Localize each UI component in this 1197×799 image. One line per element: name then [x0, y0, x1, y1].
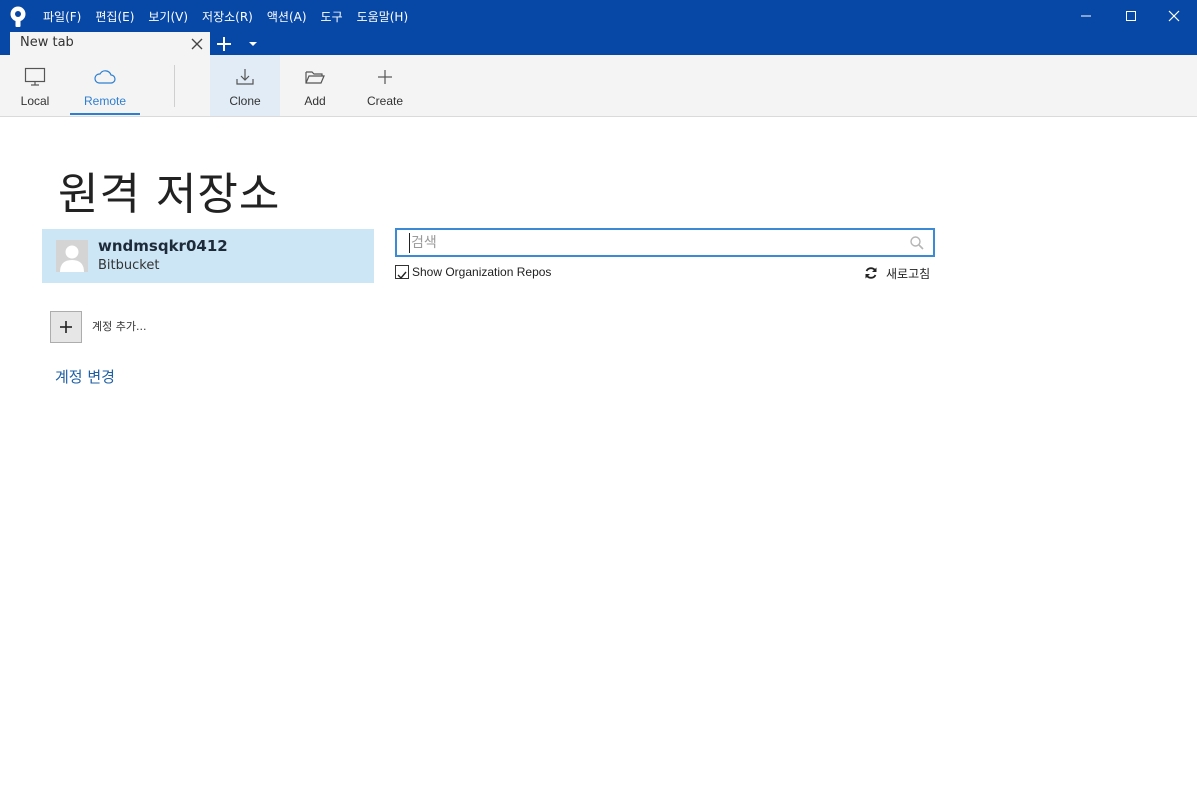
tab-dropdown-icon[interactable]	[245, 38, 261, 50]
checkmark-icon	[397, 271, 407, 280]
minimize-icon	[1081, 15, 1091, 17]
local-label: Local	[20, 94, 50, 108]
tab-new-tab[interactable]: New tab	[10, 32, 210, 55]
toolbar-divider	[174, 65, 175, 107]
tab-strip: New tab	[0, 32, 1197, 55]
refresh-label[interactable]: 새로고침	[886, 265, 930, 282]
search-icon[interactable]	[909, 235, 925, 251]
plus-icon	[60, 321, 72, 333]
account-username: wndmsqkr0412	[98, 237, 228, 255]
refresh-icon[interactable]	[864, 266, 878, 280]
toolbar: Local Remote Clone Add Create	[0, 55, 1197, 117]
account-service: Bitbucket	[98, 258, 160, 273]
maximize-icon	[1126, 11, 1136, 21]
remote-label: Remote	[83, 94, 127, 108]
maximize-button[interactable]	[1108, 0, 1154, 32]
menu-actions[interactable]: 액션(A)	[260, 8, 314, 25]
create-button[interactable]: Create	[350, 55, 420, 116]
add-account-label[interactable]: 계정 추가...	[92, 318, 146, 334]
download-icon	[236, 69, 254, 85]
menu-tools[interactable]: 도구	[314, 8, 350, 25]
avatar	[56, 240, 88, 272]
create-label: Create	[366, 94, 404, 108]
plus-icon	[378, 70, 392, 84]
change-account-link[interactable]: 계정 변경	[55, 366, 115, 387]
close-window-button[interactable]	[1151, 0, 1197, 32]
default-user-icon	[60, 245, 84, 272]
search-box	[395, 228, 935, 257]
add-button[interactable]: Add	[280, 55, 350, 116]
menu-bar: 파일(F) 편집(E) 보기(V) 저장소(R) 액션(A) 도구 도움말(H)	[36, 0, 415, 32]
account-item[interactable]: wndmsqkr0412 Bitbucket	[42, 229, 374, 283]
monitor-icon	[24, 67, 46, 86]
menu-help[interactable]: 도움말(H)	[350, 8, 416, 25]
page-title: 원격 저장소	[58, 169, 281, 220]
tab-title: New tab	[20, 35, 74, 50]
clone-label: Clone	[229, 94, 261, 108]
add-label: Add	[304, 94, 326, 108]
new-tab-plus-icon[interactable]	[214, 34, 234, 54]
remote-button[interactable]: Remote	[70, 55, 140, 116]
show-org-repos-checkbox[interactable]	[395, 265, 409, 280]
tab-close-icon[interactable]	[189, 36, 205, 52]
minimize-button[interactable]	[1063, 0, 1109, 32]
menu-edit[interactable]: 편집(E)	[88, 8, 141, 25]
local-button[interactable]: Local	[0, 55, 70, 116]
menu-view[interactable]: 보기(V)	[141, 8, 195, 25]
cloud-icon	[94, 70, 116, 84]
menu-repository[interactable]: 저장소(R)	[195, 8, 260, 25]
folder-open-icon	[305, 71, 325, 84]
add-account-button[interactable]	[50, 311, 82, 343]
search-input[interactable]	[409, 233, 899, 253]
title-bar: 파일(F) 편집(E) 보기(V) 저장소(R) 액션(A) 도구 도움말(H)	[0, 0, 1197, 32]
active-tab-indicator	[70, 113, 140, 115]
close-icon	[1168, 10, 1180, 22]
sourcetree-logo-icon	[10, 6, 26, 27]
clone-button[interactable]: Clone	[210, 55, 280, 116]
menu-file[interactable]: 파일(F)	[36, 8, 88, 25]
show-org-repos-label[interactable]: Show Organization Repos	[412, 265, 551, 279]
